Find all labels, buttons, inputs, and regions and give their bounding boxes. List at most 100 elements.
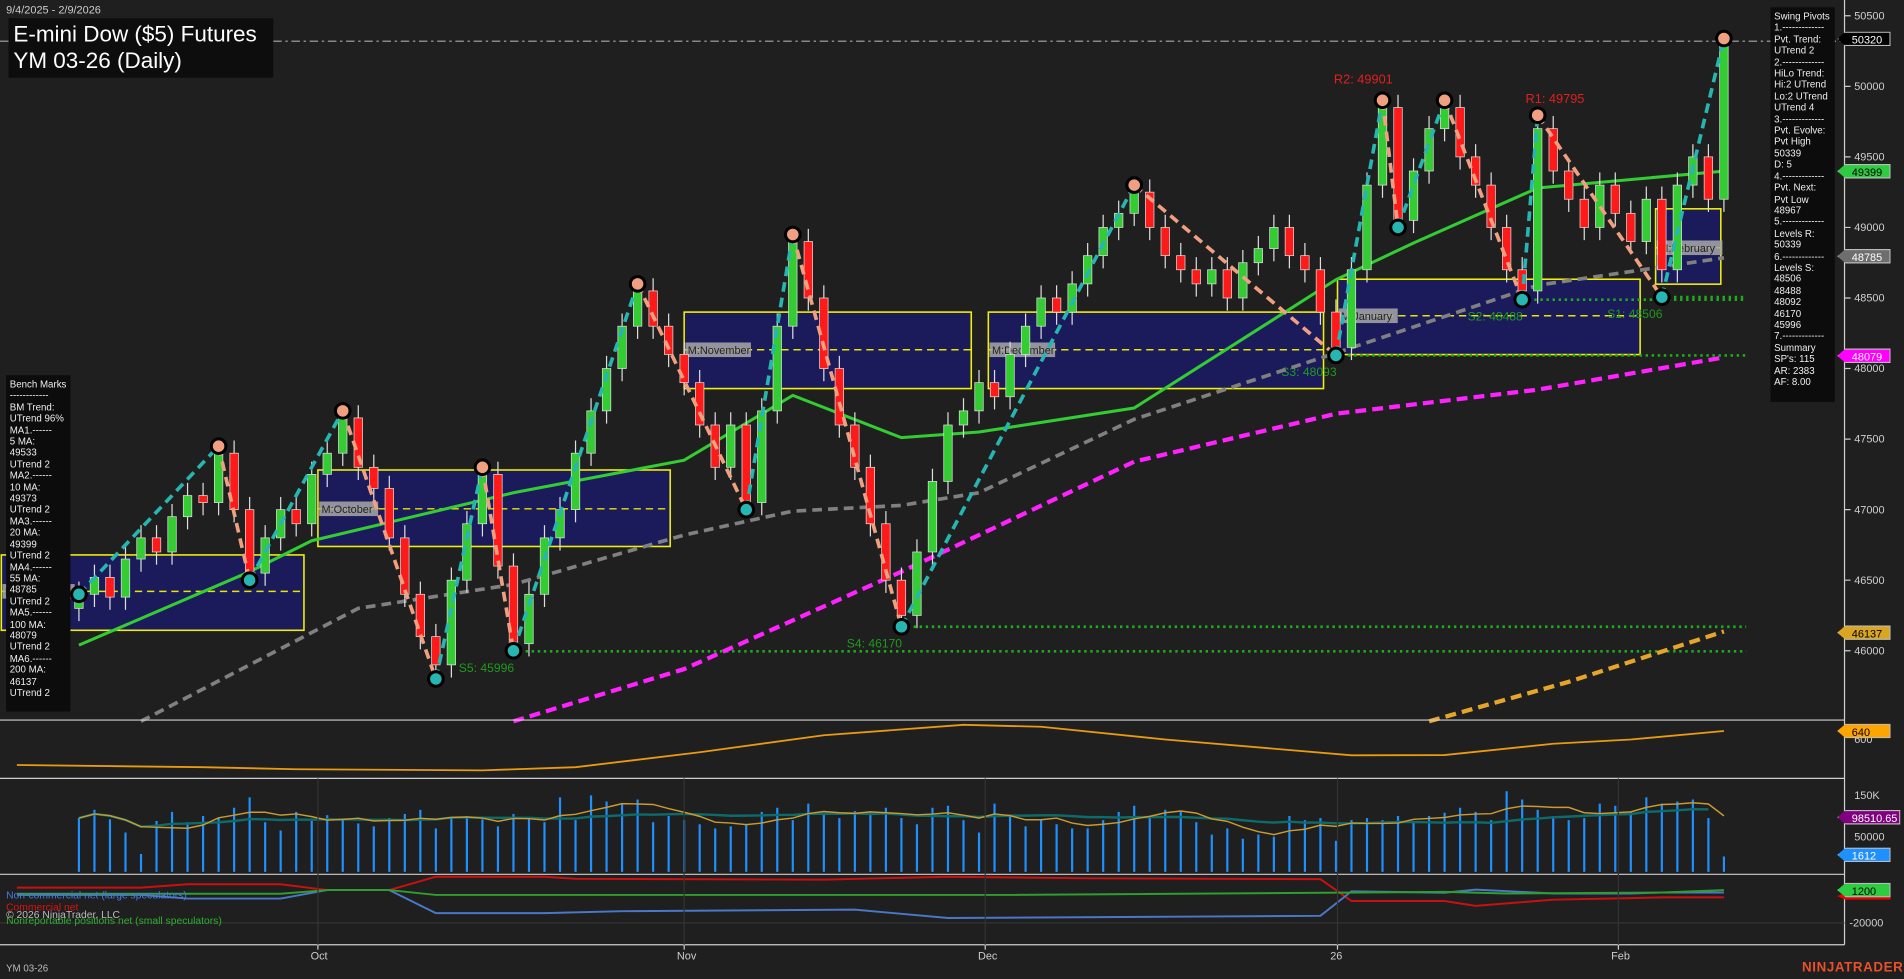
candle-down: [1627, 213, 1636, 241]
swing-low-marker: [1329, 348, 1344, 363]
bench-marks-line: MA2.------: [10, 470, 67, 481]
swing-pivots-line: UTrend 2: [1774, 45, 1831, 56]
candle-up: [1006, 354, 1015, 396]
candle-down: [245, 510, 254, 573]
candle-down: [1285, 227, 1294, 255]
value-area-label: M:October: [322, 504, 373, 516]
bench-marks-line: MA3.------: [10, 516, 67, 527]
bench-marks-line: 48079: [10, 630, 67, 641]
ma55-marker: 48785: [1837, 249, 1890, 264]
swing-up-leg: [901, 185, 1134, 627]
x-tick-label: Nov: [677, 950, 697, 962]
candle-down: [106, 577, 115, 597]
candle-down: [1332, 312, 1341, 347]
ma20-marker: 49399: [1837, 164, 1890, 179]
swing-pivots-line: Pvt Low: [1774, 194, 1831, 205]
swing-pivots-line: Pvt. Evolve:: [1774, 125, 1831, 136]
bench-marks-line: UTrend 2: [10, 596, 67, 607]
swing-pivots-line: 4.-------------: [1774, 171, 1831, 182]
cot-tick-label: -20000: [1849, 918, 1883, 930]
swing-pivots-panel: Swing Pivots1.-------------Pvt. Trend:UT…: [1770, 7, 1834, 402]
bench-marks-line: UTrend 96%: [10, 413, 67, 424]
candle-down: [1704, 157, 1713, 199]
candle-up: [1596, 185, 1605, 227]
swing-pivots-line: Pvt. Trend:: [1774, 34, 1831, 45]
bench-marks-line: 48785: [10, 584, 67, 595]
volume-last-marker: 1612: [1837, 848, 1890, 863]
swing-low-marker: [72, 587, 87, 602]
swing-high-marker: [335, 404, 350, 419]
candle-down: [897, 580, 906, 615]
swing-pivots-line: 48092: [1774, 296, 1831, 307]
swing-pivots-line: 48967: [1774, 205, 1831, 216]
price-tick-label: 49500: [1854, 152, 1884, 164]
price-tick-label: 46000: [1854, 645, 1884, 657]
bench-marks-line: 49399: [10, 539, 67, 550]
bench-marks-line: UTrend 2: [10, 550, 67, 561]
swing-high-marker: [630, 277, 645, 292]
support-label: S1: 48506: [1607, 307, 1663, 321]
oscillator-line: [17, 725, 1724, 771]
legend-noncommercial: Non-commercial net (large speculators): [6, 889, 187, 901]
swing-pivots-line: 7.-------------: [1774, 331, 1831, 342]
candle-up: [1270, 227, 1279, 248]
candle-down: [1564, 171, 1573, 199]
candle-down: [370, 467, 379, 488]
swing-pivots-line: SP's: 115: [1774, 354, 1831, 365]
swing-high-marker: [1437, 93, 1452, 108]
candle-up: [214, 453, 223, 502]
swing-pivots-line: D: 5: [1774, 159, 1831, 170]
ninjatrader-logo: NINJATRADER: [1802, 961, 1903, 976]
bench-marks-line: UTrend 2: [10, 505, 67, 516]
footer-symbol: YM 03-26: [6, 963, 48, 974]
swing-low-marker: [506, 643, 521, 658]
chart-title-box: E-mini Dow ($5) Futures YM 03-26 (Daily): [9, 18, 274, 78]
swing-pivots-line: AF: 8.00: [1774, 376, 1831, 387]
chart-canvas[interactable]: M:SeptemberM:OctoberM:NovemberM:December…: [0, 0, 1904, 979]
bench-marks-line: UTrend 2: [10, 687, 67, 698]
support-label: S4: 46170: [847, 636, 903, 650]
candle-up: [633, 291, 642, 326]
swing-pivots-line: 46170: [1774, 308, 1831, 319]
candle-down: [804, 242, 813, 298]
candle-down: [1316, 270, 1325, 312]
candle-down: [664, 326, 673, 354]
candle-down: [385, 488, 394, 537]
bench-marks-line: 5 MA:: [10, 436, 67, 447]
ma100-line: [513, 357, 1724, 721]
candle-up: [1208, 270, 1217, 284]
candle-up: [944, 425, 953, 481]
candle-up: [1720, 44, 1729, 199]
swing-pivots-line: Levels S:: [1774, 262, 1831, 273]
bench-marks-line: 200 MA:: [10, 664, 67, 675]
candle-up: [323, 453, 332, 474]
swing-low-marker: [1655, 290, 1670, 305]
price-tick-label: 50000: [1854, 81, 1884, 93]
value-area-label: M:November: [688, 345, 751, 357]
swing-low-marker: [1391, 220, 1406, 235]
candle-up: [1642, 199, 1651, 241]
ma100-marker: 48079: [1837, 349, 1890, 364]
swing-high-marker: [786, 227, 801, 242]
volume-average-marker: 98510.65: [1837, 810, 1900, 825]
price-tick-label: 47500: [1854, 434, 1884, 446]
candle-up: [307, 474, 316, 523]
support-label: S2: 48488: [1468, 309, 1524, 323]
x-tick-label: Dec: [978, 950, 998, 962]
price-tick-label: 50500: [1854, 10, 1884, 22]
candle-down: [1658, 199, 1667, 270]
swing-pivots-line: AR: 2383: [1774, 365, 1831, 376]
candle-up: [975, 383, 984, 411]
candle-down: [1580, 199, 1589, 227]
support-label: S3: 48093: [1281, 365, 1337, 379]
candle-up: [183, 496, 192, 517]
candle-down: [1611, 185, 1620, 213]
swing-pivots-line: 2.-------------: [1774, 57, 1831, 68]
bench-marks-line: 49373: [10, 493, 67, 504]
swing-pivots-line: Swing Pivots: [1774, 11, 1831, 22]
bench-marks-line: 49533: [10, 447, 67, 458]
price-tick-label: 49000: [1854, 222, 1884, 234]
candle-up: [1254, 249, 1263, 263]
candle-down: [990, 383, 999, 397]
candle-down: [1223, 270, 1232, 298]
